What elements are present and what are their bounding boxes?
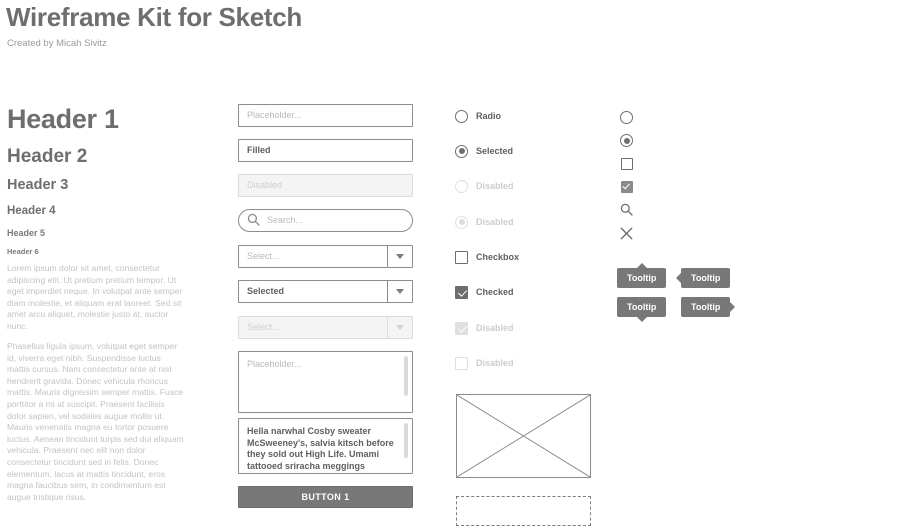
header-3-sample: Header 3 (7, 177, 69, 193)
radio-selected-icon[interactable] (619, 133, 634, 148)
header-5-sample: Header 5 (7, 228, 46, 238)
tooltip-label: Tooltip (691, 302, 721, 312)
tooltip-arrow-icon (636, 263, 647, 268)
select-value: Select... (247, 251, 280, 261)
text-input-disabled: Disabled (238, 174, 413, 197)
radio-option-selected[interactable]: Selected (455, 143, 513, 159)
search-icon (247, 213, 260, 226)
radio-option-disabled: Disabled (455, 178, 514, 194)
select-value: Select... (247, 322, 280, 332)
checkbox-label: Disabled (476, 323, 514, 333)
checkbox-checked-icon[interactable] (619, 179, 634, 194)
close-icon[interactable] (619, 226, 634, 241)
button-1[interactable]: BUTTON 1 (238, 486, 413, 508)
page-title: Wireframe Kit for Sketch (6, 2, 302, 32)
textarea-filled[interactable]: Hella narwhal Cosby sweater McSweeney's,… (238, 418, 413, 474)
chevron-down-icon[interactable] (387, 246, 412, 267)
textarea-placeholder[interactable]: Placeholder... (238, 351, 413, 413)
square-icon[interactable] (619, 156, 634, 171)
tooltip-arrow-up: Tooltip (617, 263, 667, 288)
radio-label: Selected (476, 146, 514, 156)
tooltip-arrow-icon (730, 302, 736, 312)
checkbox-checked-icon (455, 321, 468, 335)
text-input-filled[interactable]: Filled (238, 139, 413, 162)
select-selected[interactable]: Selected (238, 280, 413, 303)
page-subtitle: Created by Micah Sivitz (7, 38, 107, 49)
checkbox-option-checkbox[interactable]: Checkbox (455, 249, 519, 265)
header-4-sample: Header 4 (7, 205, 56, 217)
dashed-drop-area (456, 496, 591, 526)
checkbox-label: Disabled (476, 358, 514, 368)
header-1-sample: Header 1 (7, 104, 119, 134)
radio-label: Disabled (476, 181, 514, 191)
body-paragraph: Phasellus ligula ipsum, volutpat eget se… (7, 341, 184, 502)
scrollbar[interactable] (404, 423, 408, 458)
radio-icon (455, 179, 468, 193)
text-input-placeholder[interactable]: Placeholder... (238, 104, 413, 127)
circle-icon[interactable] (619, 110, 634, 125)
select-disabled: Select... (238, 316, 413, 339)
radio-selected-icon[interactable] (455, 144, 468, 158)
chevron-down-icon (387, 317, 412, 338)
checkbox-checked-icon[interactable] (455, 285, 468, 299)
radio-selected-icon (455, 215, 468, 229)
checkbox-label: Checkbox (476, 252, 520, 262)
checkbox-icon (455, 356, 468, 370)
radio-label: Disabled (476, 217, 514, 227)
scrollbar[interactable] (404, 356, 408, 396)
tooltip-arrow-left: Tooltip (676, 268, 731, 288)
checkbox-option-disabled-checked: Disabled (455, 320, 514, 336)
checkbox-icon[interactable] (455, 250, 468, 264)
image-placeholder (456, 394, 591, 478)
header-2-sample: Header 2 (7, 146, 88, 167)
textarea-value: Hella narwhal Cosby sweater McSweeney's,… (247, 426, 394, 471)
checkbox-option-checked[interactable]: Checked (455, 284, 514, 300)
radio-label: Radio (476, 111, 502, 121)
header-6-sample: Header 6 (7, 247, 39, 256)
tooltip-arrow-down: Tooltip (617, 297, 667, 322)
select-value: Selected (247, 286, 285, 296)
tooltip-arrow-right: Tooltip (681, 297, 736, 317)
textarea-value: Placeholder... (247, 359, 302, 369)
checkbox-option-disabled: Disabled (455, 355, 514, 371)
tooltip-label: Tooltip (627, 302, 657, 312)
body-paragraph: Lorem ipsum dolor sit amet, consectetur … (7, 263, 183, 331)
radio-icon[interactable] (455, 109, 468, 123)
radio-option-radio[interactable]: Radio (455, 108, 501, 124)
chevron-down-icon[interactable] (387, 281, 412, 302)
tooltip-label: Tooltip (627, 273, 657, 283)
radio-option-disabled-selected: Disabled (455, 214, 514, 230)
search-icon[interactable] (619, 202, 634, 217)
tooltip-arrow-icon (636, 317, 647, 322)
tooltip-arrow-icon (676, 273, 681, 283)
search-input[interactable]: Search... (238, 209, 413, 232)
tooltip-label: Tooltip (691, 273, 721, 283)
select-empty[interactable]: Select... (238, 245, 413, 268)
checkbox-label: Checked (476, 287, 514, 297)
